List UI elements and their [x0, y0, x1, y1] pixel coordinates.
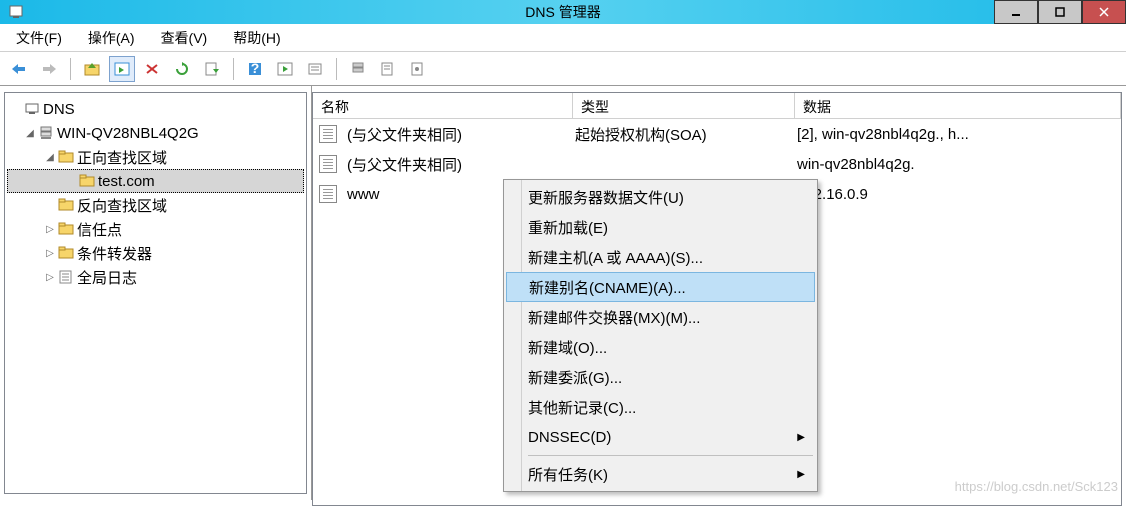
list-header: 名称 类型 数据: [313, 93, 1121, 119]
folder-icon: [57, 220, 75, 238]
menu-item[interactable]: 新建别名(CNAME)(A)...: [506, 272, 815, 302]
collapse-icon[interactable]: ◢: [23, 128, 37, 139]
help-button[interactable]: ?: [242, 56, 268, 82]
col-type[interactable]: 类型: [573, 93, 795, 118]
log-button[interactable]: [375, 56, 401, 82]
menu-item[interactable]: 新建主机(A 或 AAAA)(S)...: [506, 242, 815, 272]
list-row[interactable]: (与父文件夹相同)起始授权机构(SOA)[2], win-qv28nbl4q2g…: [313, 119, 1121, 149]
cell-name: (与父文件夹相同): [341, 154, 569, 175]
watermark: https://blog.csdn.net/Sck123: [955, 479, 1118, 494]
record-icon: [319, 185, 337, 203]
toolbar: ?: [0, 52, 1126, 86]
expand-icon[interactable]: ▷: [43, 272, 57, 283]
menu-file[interactable]: 文件(F): [10, 26, 68, 50]
tree-panel: DNS ◢ WIN-QV28NBL4Q2G ◢ 正向查找区域 test.com …: [0, 86, 312, 500]
menu-item[interactable]: DNSSEC(D)▶: [506, 422, 815, 452]
folder-icon: [57, 244, 75, 262]
tree-forward-zone[interactable]: ◢ 正向查找区域: [7, 145, 304, 169]
menu-view[interactable]: 查看(V): [155, 26, 214, 50]
toolbar-separator: [336, 58, 337, 80]
export-button[interactable]: [199, 56, 225, 82]
nav-forward-button[interactable]: [36, 56, 62, 82]
menu-help[interactable]: 帮助(H): [227, 26, 286, 50]
menu-item[interactable]: 其他新记录(C)...: [506, 392, 815, 422]
server-button[interactable]: [345, 56, 371, 82]
collapse-icon[interactable]: ◢: [43, 152, 57, 163]
submenu-arrow-icon: ▶: [797, 469, 805, 480]
tree-cond-forwarders[interactable]: ▷ 条件转发器: [7, 241, 304, 265]
delete-button[interactable]: [139, 56, 165, 82]
tree-reverse-zone[interactable]: 反向查找区域: [7, 193, 304, 217]
record-icon: [319, 125, 337, 143]
filter-button[interactable]: [302, 56, 328, 82]
menu-item[interactable]: 新建域(O)...: [506, 332, 815, 362]
menu-separator: [528, 455, 813, 456]
context-menu: 更新服务器数据文件(U)重新加载(E)新建主机(A 或 AAAA)(S)...新…: [503, 179, 818, 492]
maximize-button[interactable]: [1038, 0, 1082, 24]
col-name[interactable]: 名称: [313, 93, 573, 118]
cell-data: win-qv28nbl4q2g.: [791, 156, 1121, 173]
tree-test-zone[interactable]: test.com: [7, 169, 304, 193]
expand-icon[interactable]: ▷: [43, 224, 57, 235]
minimize-button[interactable]: [994, 0, 1038, 24]
server-icon: [37, 124, 55, 142]
folder-icon: [78, 172, 96, 190]
action-button[interactable]: [272, 56, 298, 82]
dns-icon: [23, 100, 41, 118]
tree-root-dns[interactable]: DNS: [7, 97, 304, 121]
tree-server[interactable]: ◢ WIN-QV28NBL4Q2G: [7, 121, 304, 145]
close-button[interactable]: [1082, 0, 1126, 24]
toolbar-separator: [70, 58, 71, 80]
record-icon: [319, 155, 337, 173]
refresh-button[interactable]: [169, 56, 195, 82]
folder-icon: [57, 196, 75, 214]
menu-item[interactable]: 重新加载(E): [506, 212, 815, 242]
menu-item[interactable]: 更新服务器数据文件(U): [506, 182, 815, 212]
expand-icon[interactable]: ▷: [43, 248, 57, 259]
tree-global-log[interactable]: ▷ 全局日志: [7, 265, 304, 289]
cell-type: 起始授权机构(SOA): [569, 124, 791, 145]
properties-button[interactable]: [109, 56, 135, 82]
nav-back-button[interactable]: [6, 56, 32, 82]
menu-item[interactable]: 新建邮件交换器(MX)(M)...: [506, 302, 815, 332]
window-controls: [994, 0, 1126, 24]
cell-name: (与父文件夹相同): [341, 124, 569, 145]
list-row[interactable]: (与父文件夹相同) win-qv28nbl4q2g.: [313, 149, 1121, 179]
log-icon: [57, 268, 75, 286]
menu-action[interactable]: 操作(A): [82, 26, 141, 50]
up-level-button[interactable]: [79, 56, 105, 82]
col-data[interactable]: 数据: [795, 93, 1121, 118]
cell-data: [2], win-qv28nbl4q2g., h...: [791, 126, 1121, 143]
folder-icon: [57, 148, 75, 166]
menu-bar: 文件(F) 操作(A) 查看(V) 帮助(H): [0, 24, 1126, 52]
toolbar-separator: [233, 58, 234, 80]
title-bar: DNS 管理器: [0, 0, 1126, 24]
menu-item[interactable]: 新建委派(G)...: [506, 362, 815, 392]
svg-text:?: ?: [251, 61, 260, 76]
app-icon: [8, 4, 24, 20]
menu-item[interactable]: 所有任务(K)▶: [506, 459, 815, 489]
tree-trust-points[interactable]: ▷ 信任点: [7, 217, 304, 241]
submenu-arrow-icon: ▶: [797, 432, 805, 443]
cell-data: 172.16.0.9: [791, 186, 1121, 203]
window-title: DNS 管理器: [525, 2, 600, 22]
tool-button[interactable]: [405, 56, 431, 82]
